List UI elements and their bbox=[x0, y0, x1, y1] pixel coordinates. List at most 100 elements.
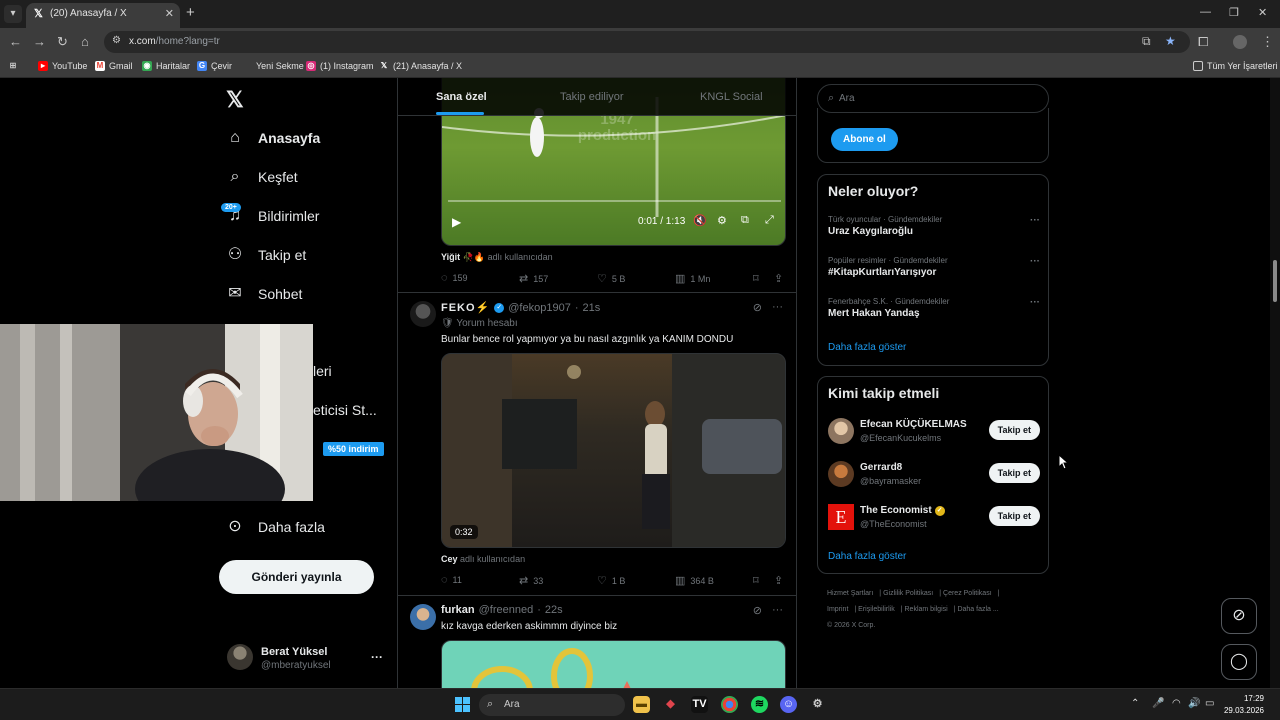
share-button[interactable]: ⇪ bbox=[774, 272, 783, 285]
repost-button[interactable]: ⇄ 33 bbox=[519, 574, 543, 587]
bookmark-button[interactable]: ⌑ bbox=[753, 574, 759, 587]
video-progress-bar[interactable] bbox=[448, 200, 781, 202]
bookmark-maps[interactable]: ◉ Haritalar bbox=[142, 61, 190, 71]
post[interactable]: FEKO⚡ ✓ @fekop1907 · 21s ⊘ ··· 🛡 Yorum h… bbox=[398, 293, 796, 596]
footer-link[interactable]: Imprint bbox=[827, 606, 848, 613]
follow-button[interactable]: Takip et bbox=[988, 506, 1040, 526]
maximize-icon[interactable]: ❐ bbox=[1229, 6, 1239, 19]
all-bookmarks[interactable]: Tüm Yer İşaretleri bbox=[1193, 61, 1278, 71]
follow-button[interactable]: Takip et bbox=[988, 463, 1040, 483]
bookmark-youtube[interactable]: ▸ YouTube bbox=[38, 61, 87, 71]
footer-link[interactable]: Çerez Politikası bbox=[943, 590, 992, 597]
trend-item[interactable]: Fenerbahçe S.K. · Gündemdekiler Mert Hak… bbox=[828, 297, 1040, 319]
avatar[interactable] bbox=[410, 604, 436, 630]
browser-tab[interactable]: 𝕏 (20) Anasayfa / X ✕ bbox=[26, 3, 180, 28]
nav-explore[interactable]: ⌕ Keşfet bbox=[226, 164, 298, 190]
show-more-link[interactable]: Daha fazla göster bbox=[828, 551, 906, 562]
discord-icon[interactable]: ☺ bbox=[780, 696, 797, 713]
footer-link[interactable]: Erişilebilirlik bbox=[858, 606, 895, 613]
grok-button[interactable]: ⊘ bbox=[1221, 598, 1257, 634]
trend-item[interactable]: Türk oyuncular · Gündemdekiler Uraz Kayg… bbox=[828, 215, 1040, 237]
follow-suggestion[interactable]: Gerrard8 @bayramasker Takip et bbox=[828, 459, 1040, 489]
follow-suggestion[interactable]: Efecan KÜÇÜKELMAS @EfecanKucukelms Takip… bbox=[828, 416, 1040, 446]
tab-close-icon[interactable]: ✕ bbox=[165, 7, 174, 20]
post[interactable]: furkan @freenned · 22s ⊘ ··· kız kavga e… bbox=[398, 596, 796, 688]
address-bar[interactable]: ⚙ x.com/home?lang=tr ⧉ ★ bbox=[104, 31, 1190, 53]
tab-kngl-social[interactable]: KNGL Social bbox=[700, 91, 763, 103]
reply-button[interactable]: ◌ 159 bbox=[441, 272, 468, 284]
nav-chat[interactable]: ✉ Sohbet bbox=[226, 281, 302, 307]
back-icon[interactable]: ← bbox=[9, 34, 22, 50]
minimize-icon[interactable]: — bbox=[1200, 6, 1211, 18]
video-player[interactable] bbox=[441, 640, 786, 688]
new-tab-button[interactable]: + bbox=[186, 5, 195, 21]
author-name[interactable]: furkan bbox=[441, 604, 475, 616]
subscribe-button[interactable]: Abone ol bbox=[831, 128, 898, 151]
bookmark-x[interactable]: 𝕏 (21) Anasayfa / X bbox=[379, 61, 462, 71]
pip-icon[interactable]: ⧉ bbox=[741, 214, 749, 227]
tradingview-icon[interactable]: TV bbox=[691, 696, 708, 713]
views-button[interactable]: ▥ 1 Mn bbox=[675, 272, 710, 285]
chrome-icon[interactable] bbox=[721, 696, 738, 713]
account-switcher[interactable]: Berat Yüksel @mberatyuksel ··· bbox=[226, 642, 386, 674]
trend-item[interactable]: Popüler resimler · Gündemdekiler #KitapK… bbox=[828, 256, 1040, 278]
bookmark-new-tab[interactable]: Yeni Sekme bbox=[242, 61, 304, 71]
battery-icon[interactable]: ▭ bbox=[1205, 698, 1214, 709]
mute-icon[interactable]: 🔇 bbox=[693, 214, 707, 227]
more-dots-icon[interactable]: ··· bbox=[772, 301, 783, 314]
profile-avatar[interactable] bbox=[1233, 35, 1247, 49]
tab-search-button[interactable]: ▾ bbox=[4, 5, 22, 23]
forward-icon[interactable]: → bbox=[33, 34, 46, 50]
video-player[interactable]: 0:32 bbox=[441, 353, 786, 548]
cast-icon[interactable]: ⧉ bbox=[1142, 34, 1151, 49]
app-settings-icon[interactable]: ⚙ bbox=[809, 696, 826, 713]
more-dots-icon[interactable]: ··· bbox=[772, 604, 783, 617]
more-dots-icon[interactable]: ··· bbox=[1030, 256, 1040, 267]
nav-partial-lists[interactable]: leri bbox=[313, 363, 332, 379]
like-button[interactable]: ♡ 5 B bbox=[597, 272, 625, 285]
tab-for-you[interactable]: Sana özel bbox=[436, 91, 487, 103]
messages-button[interactable]: ◯ bbox=[1221, 644, 1257, 680]
reply-button[interactable]: ◌ 11 bbox=[441, 574, 462, 586]
apps-icon[interactable]: ⊞ bbox=[8, 61, 18, 71]
tab-following[interactable]: Takip ediliyor bbox=[560, 91, 624, 103]
spotify-icon[interactable]: ≋ bbox=[751, 696, 768, 713]
post-button[interactable]: Gönderi yayınla bbox=[219, 560, 374, 594]
footer-link[interactable]: Reklam bilgisi bbox=[905, 606, 948, 613]
like-button[interactable]: ♡ 1 B bbox=[597, 574, 625, 587]
wifi-icon[interactable]: ◠ bbox=[1172, 698, 1181, 709]
nav-partial-creator[interactable]: eticisi St... bbox=[313, 402, 377, 418]
bookmark-button[interactable]: ⌑ bbox=[753, 272, 759, 285]
footer-link[interactable]: Daha fazla ... bbox=[957, 606, 998, 613]
nav-home[interactable]: ⌂ Anasayfa bbox=[226, 125, 320, 151]
scrollbar[interactable] bbox=[1270, 78, 1280, 688]
home-icon[interactable]: ⌂ bbox=[81, 34, 89, 50]
bookmark-translate[interactable]: G Çevir bbox=[197, 61, 232, 71]
post-time[interactable]: 22s bbox=[545, 604, 563, 616]
grok-icon[interactable]: ⊘ bbox=[753, 604, 762, 617]
follow-button[interactable]: Takip et bbox=[988, 420, 1040, 440]
share-button[interactable]: ⇪ bbox=[774, 574, 783, 587]
views-button[interactable]: ▥ 364 B bbox=[675, 574, 714, 587]
nav-follow[interactable]: ⚇ Takip et bbox=[226, 242, 306, 268]
play-icon[interactable]: ▶ bbox=[452, 215, 461, 229]
tray-chevron-icon[interactable]: ⌃ bbox=[1131, 698, 1139, 709]
post-time[interactable]: 21s bbox=[582, 302, 600, 314]
fullscreen-icon[interactable]: ⤢ bbox=[765, 214, 774, 227]
window-close-icon[interactable]: ✕ bbox=[1258, 6, 1267, 19]
windows-start-icon[interactable] bbox=[455, 697, 470, 712]
author-name[interactable]: FEKO⚡ bbox=[441, 301, 490, 314]
bookmark-star-icon[interactable]: ★ bbox=[1165, 34, 1176, 48]
settings-icon[interactable]: ⚙ bbox=[717, 214, 727, 227]
repost-button[interactable]: ⇄ 157 bbox=[519, 272, 548, 285]
taskbar-search[interactable]: ⌕ Ara bbox=[479, 694, 625, 716]
site-info-icon[interactable]: ⚙ bbox=[112, 35, 121, 46]
more-dots-icon[interactable]: ··· bbox=[1030, 215, 1040, 226]
bookmark-gmail[interactable]: M Gmail bbox=[95, 61, 133, 71]
x-logo-icon[interactable]: 𝕏 bbox=[226, 87, 244, 113]
microphone-icon[interactable]: 🎤 bbox=[1152, 698, 1164, 709]
app-red-icon[interactable]: ◆ bbox=[662, 696, 679, 713]
footer-link[interactable]: Gizlilik Politikası bbox=[883, 590, 933, 597]
bookmark-instagram[interactable]: ◎ (1) Instagram bbox=[306, 61, 374, 71]
show-more-link[interactable]: Daha fazla göster bbox=[828, 342, 906, 353]
